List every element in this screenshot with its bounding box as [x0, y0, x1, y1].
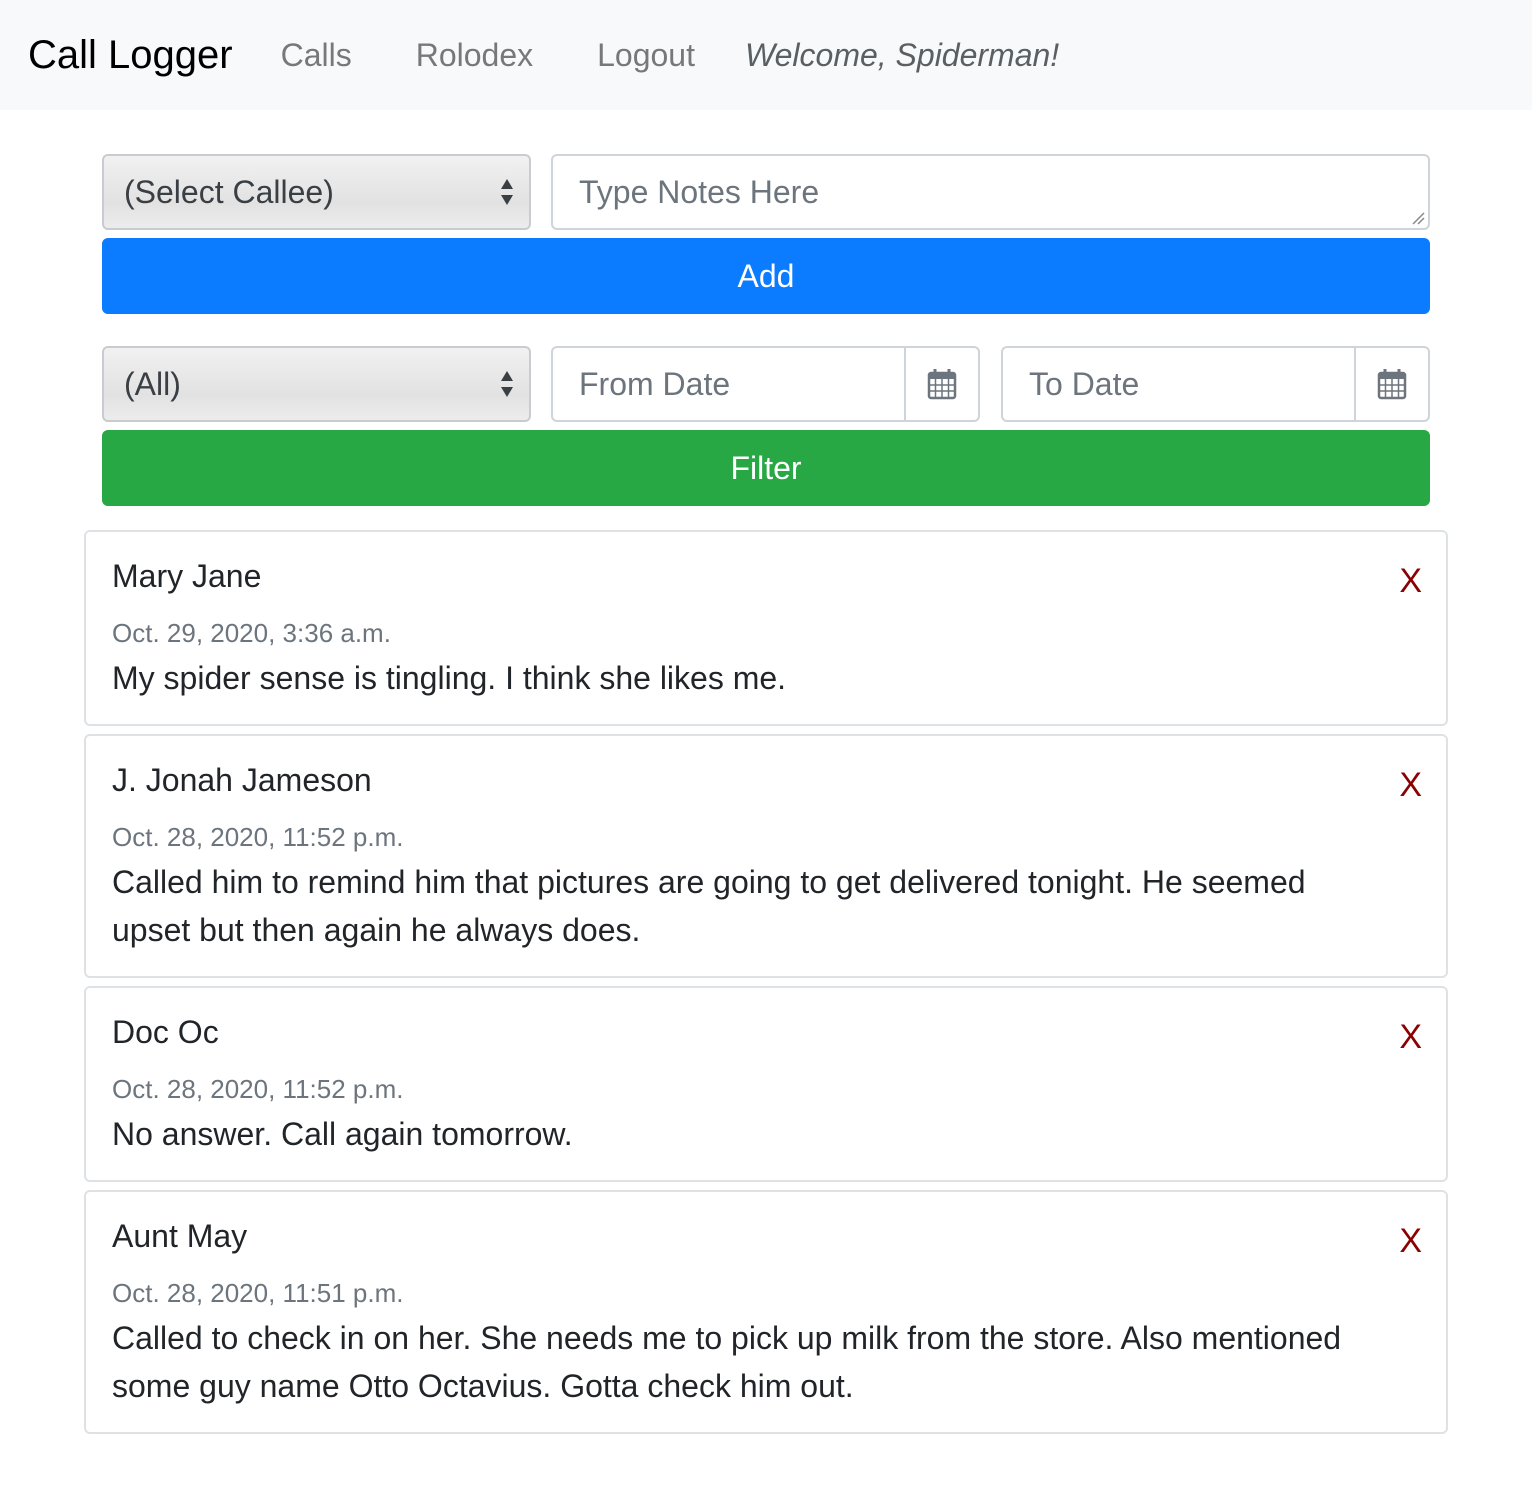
notes-placeholder: Type Notes Here: [579, 173, 820, 210]
select-arrows-icon: [501, 179, 513, 205]
brand[interactable]: Call Logger: [28, 33, 233, 78]
call-card: Doc Oc Oct. 28, 2020, 11:52 p.m. No answ…: [84, 986, 1448, 1182]
call-date: Oct. 29, 2020, 3:36 a.m.: [112, 618, 391, 648]
add-button[interactable]: Add: [102, 238, 1430, 314]
call-date: Oct. 28, 2020, 11:52 p.m.: [112, 822, 404, 852]
from-date-group: From Date: [551, 346, 980, 422]
nav-link-calls[interactable]: Calls: [281, 37, 352, 74]
filter-button[interactable]: Filter: [102, 430, 1430, 506]
call-card: J. Jonah Jameson Oct. 28, 2020, 11:52 p.…: [84, 734, 1448, 978]
from-date-calendar-button[interactable]: [904, 348, 978, 420]
calendar-icon: [1377, 369, 1407, 400]
call-card: Mary Jane Oct. 29, 2020, 3:36 a.m. My sp…: [84, 530, 1448, 726]
callee-select[interactable]: (Select Callee): [102, 154, 531, 230]
delete-button[interactable]: X: [1399, 1018, 1422, 1057]
delete-button[interactable]: X: [1399, 766, 1422, 805]
resize-grip-icon[interactable]: [1411, 211, 1425, 225]
to-date-calendar-button[interactable]: [1354, 348, 1428, 420]
call-note: Called to check in on her. She needs me …: [112, 1320, 1342, 1404]
filter-callee-select[interactable]: (All): [102, 346, 531, 422]
to-date-placeholder: To Date: [1029, 365, 1140, 402]
callee-name: J. Jonah Jameson: [112, 762, 372, 798]
to-date-group: To Date: [1001, 346, 1430, 422]
nav-link-logout[interactable]: Logout: [597, 37, 695, 74]
callee-name: Aunt May: [112, 1218, 248, 1254]
call-note: No answer. Call again tomorrow.: [112, 1116, 573, 1152]
call-note: Called him to remind him that pictures a…: [112, 864, 1306, 948]
delete-button[interactable]: X: [1399, 1222, 1422, 1261]
delete-button[interactable]: X: [1399, 562, 1422, 601]
from-date-placeholder: From Date: [579, 365, 731, 402]
callee-name: Doc Oc: [112, 1014, 219, 1050]
navbar: Call Logger Calls Rolodex Logout Welcome…: [0, 0, 1532, 110]
nav-link-rolodex[interactable]: Rolodex: [416, 37, 533, 74]
select-arrows-icon: [501, 371, 513, 397]
callee-select-value: (Select Callee): [124, 173, 334, 210]
call-date: Oct. 28, 2020, 11:51 p.m.: [112, 1278, 404, 1308]
notes-textarea[interactable]: Type Notes Here: [551, 154, 1430, 230]
filter-select-value: (All): [124, 365, 181, 402]
from-date-input[interactable]: From Date: [553, 348, 904, 420]
call-date: Oct. 28, 2020, 11:52 p.m.: [112, 1074, 404, 1104]
call-note: My spider sense is tingling. I think she…: [112, 660, 787, 696]
call-card: Aunt May Oct. 28, 2020, 11:51 p.m. Calle…: [84, 1190, 1448, 1434]
callee-name: Mary Jane: [112, 558, 262, 594]
welcome-text: Welcome, Spiderman!: [744, 36, 1060, 73]
calendar-icon: [927, 369, 957, 400]
to-date-input[interactable]: To Date: [1003, 348, 1354, 420]
